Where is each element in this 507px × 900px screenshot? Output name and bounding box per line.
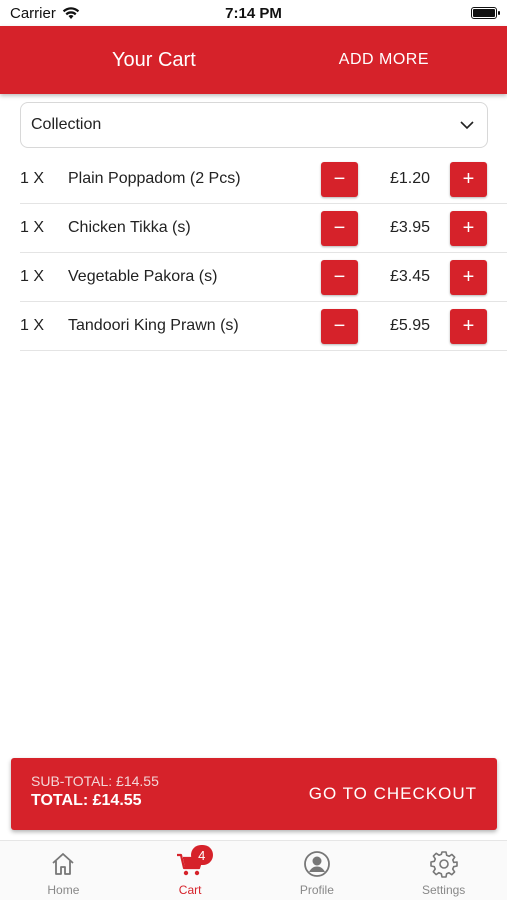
carrier-label: Carrier (10, 4, 56, 22)
status-time: 7:14 PM (225, 4, 282, 22)
tab-settings[interactable]: Settings (380, 841, 507, 900)
gear-icon (429, 851, 458, 878)
page-title: Your Cart (112, 48, 196, 71)
tab-profile[interactable]: Profile (254, 841, 381, 900)
tab-home[interactable]: Home (0, 841, 127, 900)
cart-list: 1 X Plain Poppadom (2 Pcs) − £1.20 + 1 X… (20, 155, 507, 351)
item-quantity: 1 X (20, 317, 45, 334)
go-to-checkout-button[interactable]: GO TO CHECKOUT (309, 784, 477, 804)
total-label: TOTAL: £14.55 (31, 792, 142, 809)
item-price: £5.95 (389, 317, 431, 334)
tab-label: Profile (299, 883, 334, 897)
tab-bar: Home 4 Cart Profile Settings (0, 840, 507, 900)
app-header: Your Cart ADD MORE (0, 26, 507, 94)
cart-item: 1 X Vegetable Pakora (s) − £3.45 + (20, 253, 507, 302)
tab-label: Home (47, 883, 80, 897)
cart-item: 1 X Plain Poppadom (2 Pcs) − £1.20 + (20, 155, 507, 204)
tab-label: Cart (178, 883, 202, 897)
decrease-quantity-button[interactable]: − (321, 259, 358, 295)
increase-quantity-button[interactable]: + (450, 259, 487, 295)
add-more-button[interactable]: ADD MORE (339, 51, 429, 69)
item-price: £1.20 (389, 170, 431, 187)
wifi-icon (62, 7, 80, 19)
item-quantity: 1 X (20, 219, 45, 236)
item-price: £3.95 (389, 219, 431, 236)
subtotal-label: SUB-TOTAL: £14.55 (31, 773, 159, 789)
order-type-select[interactable]: Collection (20, 102, 488, 148)
checkout-bar[interactable]: SUB-TOTAL: £14.55 TOTAL: £14.55 GO TO CH… (11, 758, 497, 830)
item-quantity: 1 X (20, 170, 45, 187)
decrease-quantity-button[interactable]: − (321, 210, 358, 246)
item-quantity: 1 X (20, 268, 45, 285)
status-left: Carrier (10, 5, 80, 22)
chevron-down-icon (460, 121, 474, 130)
home-icon (52, 853, 74, 875)
increase-quantity-button[interactable]: + (450, 161, 487, 197)
cart-count-badge: 4 (190, 845, 213, 865)
order-type-value: Collection (31, 116, 102, 133)
status-bar: Carrier 7:14 PM (0, 0, 507, 26)
profile-icon (303, 851, 330, 877)
item-price: £3.45 (389, 268, 431, 285)
cart-item: 1 X Tandoori King Prawn (s) − £5.95 + (20, 302, 507, 351)
increase-quantity-button[interactable]: + (450, 308, 487, 344)
tab-label: Settings (421, 883, 466, 897)
decrease-quantity-button[interactable]: − (321, 308, 358, 344)
cart-item: 1 X Chicken Tikka (s) − £3.95 + (20, 204, 507, 253)
decrease-quantity-button[interactable]: − (321, 161, 358, 197)
tab-cart[interactable]: 4 Cart (127, 841, 254, 900)
battery-icon (471, 7, 500, 19)
increase-quantity-button[interactable]: + (450, 210, 487, 246)
